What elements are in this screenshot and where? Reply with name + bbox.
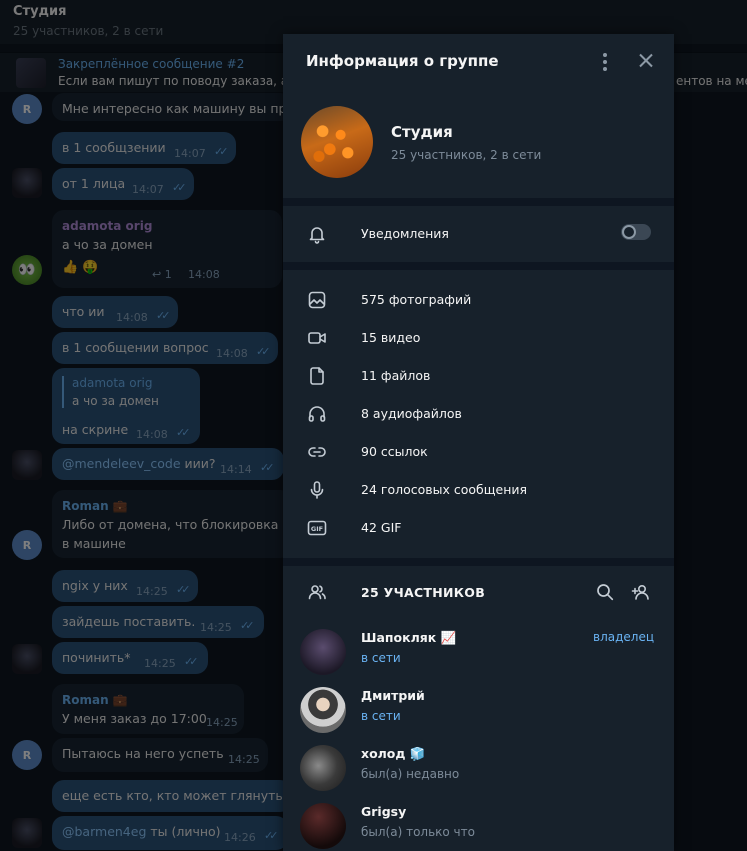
search-icon[interactable]: [595, 582, 615, 602]
member-avatar: [300, 803, 346, 849]
add-member-icon[interactable]: [631, 582, 651, 602]
member-role-badge: владелец: [593, 630, 654, 644]
members-header: 25 УЧАСТНИКОВ: [283, 566, 674, 618]
media-row-audio[interactable]: 8 аудиофайлов: [283, 395, 674, 433]
member-status: в сети: [361, 709, 401, 723]
media-label: 90 ссылок: [361, 444, 428, 459]
media-row-voice[interactable]: 24 голосовых сообщения: [283, 471, 674, 509]
group-avatar[interactable]: [301, 106, 373, 178]
member-name: Шапокляк 📈: [361, 630, 457, 645]
member-status: в сети: [361, 651, 401, 665]
member-avatar: [300, 745, 346, 791]
file-icon: [307, 366, 327, 386]
media-row-links[interactable]: 90 ссылок: [283, 433, 674, 471]
media-label: 24 голосовых сообщения: [361, 482, 528, 497]
divider: [283, 198, 674, 206]
member-row[interactable]: холод 🧊 был(а) недавно: [283, 740, 674, 798]
notifications-toggle[interactable]: [621, 224, 651, 240]
microphone-icon: [307, 480, 327, 500]
media-label: 42 GIF: [361, 520, 402, 535]
media-row-gif[interactable]: GIF 42 GIF: [283, 509, 674, 547]
member-name: холод 🧊: [361, 746, 426, 761]
member-row[interactable]: Шапокляк 📈 в сети владелец: [283, 624, 674, 682]
users-icon: [307, 582, 327, 602]
group-name: Студия: [391, 123, 453, 141]
panel-header: Информация о группе: [283, 34, 674, 90]
media-label: 15 видео: [361, 330, 421, 345]
media-label: 11 файлов: [361, 368, 431, 383]
close-icon[interactable]: [635, 50, 657, 72]
media-label: 575 фотографий: [361, 292, 472, 307]
member-avatar: [300, 629, 346, 675]
member-name: Дмитрий: [361, 688, 425, 703]
svg-text:GIF: GIF: [311, 525, 323, 533]
media-row-photos[interactable]: 575 фотографий: [283, 281, 674, 319]
link-icon: [307, 442, 327, 462]
photo-icon: [307, 290, 327, 310]
group-profile: Студия 25 участников, 2 в сети: [283, 90, 674, 198]
group-info-panel: Информация о группе Студия 25 участников…: [283, 34, 674, 851]
divider: [283, 558, 674, 566]
group-member-count: 25 участников, 2 в сети: [391, 148, 542, 162]
bell-icon: [307, 224, 327, 244]
video-icon: [307, 328, 327, 348]
panel-title: Информация о группе: [306, 52, 499, 70]
member-status: был(а) недавно: [361, 767, 460, 781]
divider: [283, 262, 674, 270]
member-name: Grigsy: [361, 804, 407, 819]
member-status: был(а) только что: [361, 825, 475, 839]
member-avatar: [300, 687, 346, 733]
gif-icon: GIF: [307, 518, 327, 538]
more-menu-button[interactable]: [595, 50, 615, 74]
member-row[interactable]: Дмитрий в сети: [283, 682, 674, 740]
members-title: 25 УЧАСТНИКОВ: [361, 585, 486, 600]
media-row-files[interactable]: 11 файлов: [283, 357, 674, 395]
media-row-videos[interactable]: 15 видео: [283, 319, 674, 357]
notifications-label: Уведомления: [361, 226, 449, 241]
media-label: 8 аудиофайлов: [361, 406, 462, 421]
headphones-icon: [307, 404, 327, 424]
notifications-row[interactable]: Уведомления: [283, 206, 674, 262]
member-row[interactable]: Grigsy был(а) только что: [283, 798, 674, 851]
